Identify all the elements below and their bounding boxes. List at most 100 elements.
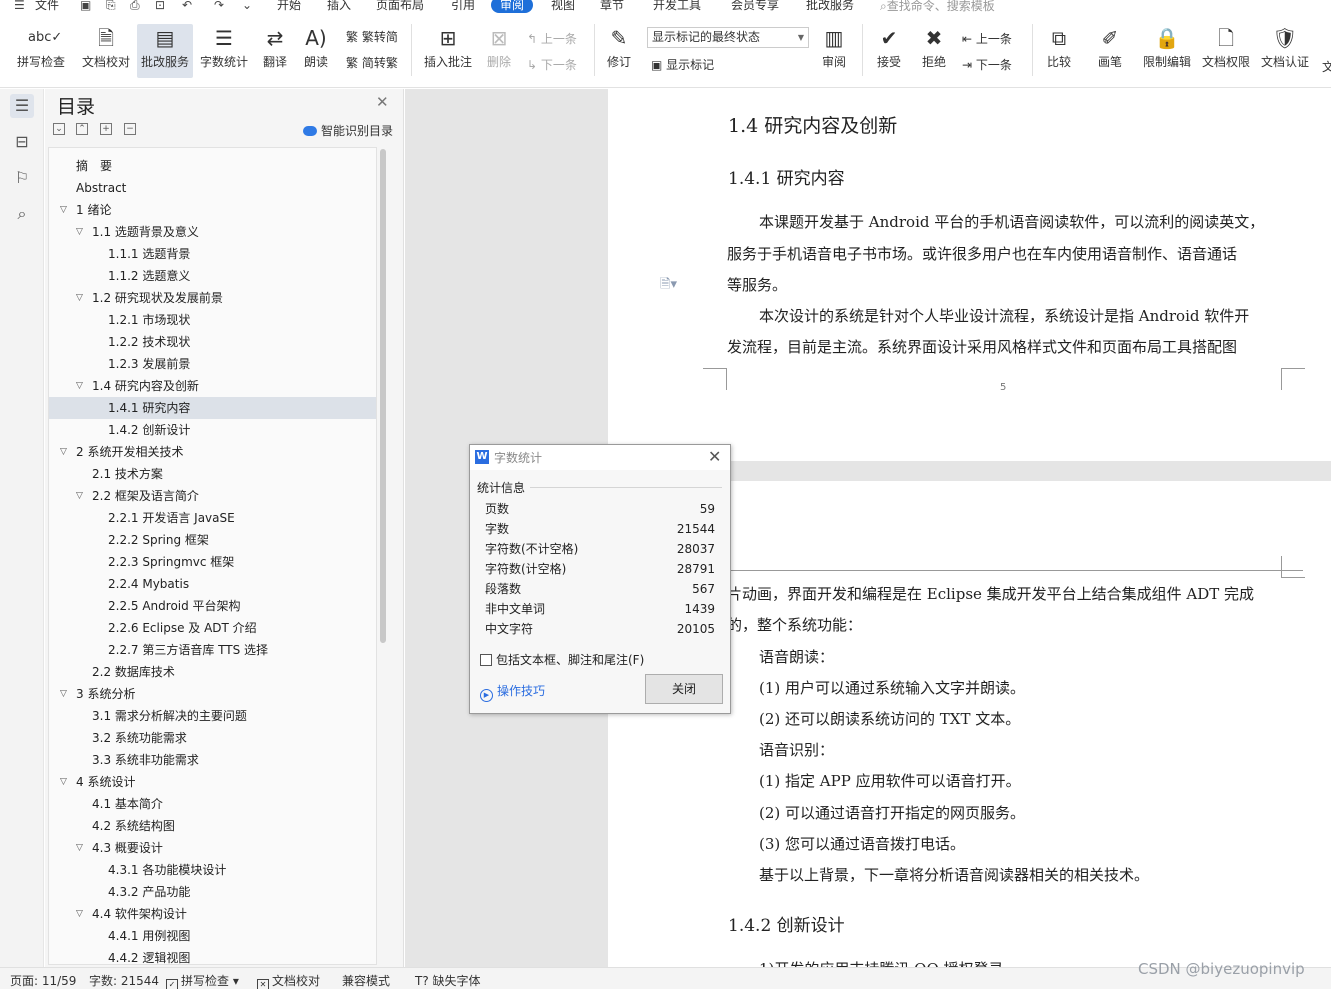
toc-item[interactable]: 3.3 系统非功能需求 [49,749,376,771]
toc-item[interactable]: 1.2.1 市场现状 [49,309,376,331]
toc-item[interactable]: 4.1 基本简介 [49,793,376,815]
toc-item[interactable]: 4.4.1 用例视图 [49,925,376,947]
toc-item[interactable]: ▽ 4 系统设计 [49,771,376,793]
chevron-down-icon[interactable]: ▽ [60,441,67,463]
save-icon[interactable]: ▣ [80,0,91,12]
chevron-down-icon[interactable]: ▽ [60,683,67,705]
toc-item[interactable]: 1.2.3 发展前景 [49,353,376,375]
toc-item[interactable]: ▽ 2.2 框架及语言简介 [49,485,376,507]
toc-item[interactable]: 2.2.6 Eclipse 及 ADT 介绍 [49,617,376,639]
next-change-button[interactable]: ⇥ 下一条 [962,56,1012,74]
restrict-edit-button[interactable]: 🔒 限制编辑 [1140,24,1194,78]
menu-file[interactable]: 文件 [35,0,59,13]
reject-button[interactable]: ✖ 拒绝 [915,24,953,78]
tab-grading[interactable]: 批改服务 [806,0,854,13]
doc-proofread-button[interactable]: 🗎 文档校对 [78,24,134,78]
doc-permission-button[interactable]: 🗋 文档权限 [1199,24,1253,78]
insert-comment-button[interactable]: ⊞ 插入批注 [420,24,476,78]
markup-view-select[interactable]: 显示标记的最终状态 ▼ [647,27,809,48]
toc-item[interactable]: 4.2 系统结构图 [49,815,376,837]
remove-heading-icon[interactable]: − [124,123,136,135]
toc-scrollbar[interactable] [380,149,386,643]
redo-icon[interactable]: ↷ [214,0,224,12]
toc-item[interactable]: 2.2.4 Mybatis [49,573,376,595]
tips-link[interactable]: ▶ 操作技巧 [480,682,545,702]
toc-item[interactable]: ▽ 4.3 概要设计 [49,837,376,859]
tab-review[interactable]: 审阅 [491,0,534,13]
chevron-down-icon[interactable]: ▽ [60,771,67,793]
toc-item[interactable]: 2.2.3 Springmvc 框架 [49,551,376,573]
toc-item[interactable]: 2.2.5 Android 平台架构 [49,595,376,617]
toc-item[interactable]: 1.1.2 选题意义 [49,265,376,287]
comment-marker-icon[interactable]: 🗎▾ [660,275,677,297]
tab-chapter[interactable]: 章节 [600,0,624,13]
preview-icon[interactable]: ⊡ [155,0,165,12]
toc-item[interactable]: 1.1.1 选题背景 [49,243,376,265]
tab-layout[interactable]: 页面布局 [376,0,424,13]
toc-item[interactable]: ▽ 4.4 软件架构设计 [49,903,376,925]
toc-item[interactable]: Abstract [49,177,376,199]
toc-item[interactable]: 1.4.1 研究内容 [49,397,376,419]
prev-change-button[interactable]: ⇤ 上一条 [962,30,1012,48]
expand-up-icon[interactable]: ⌃ [76,123,88,135]
dialog-titlebar[interactable]: W 字数统计 ✕ [470,445,730,470]
chapter-icon[interactable]: ⊟ [10,130,34,154]
accept-button[interactable]: ✔ 接受 [870,24,908,78]
toc-item[interactable]: ▽ 3 系统分析 [49,683,376,705]
compare-button[interactable]: ⧉ 比较 [1040,24,1078,78]
spell-check-status[interactable]: ✓ 拼写检查 ▾ [166,972,239,989]
review-pane-button[interactable]: ▥ 审阅 [815,24,853,78]
trad-to-simp-button[interactable]: 繁 繁转简 [346,28,398,46]
toc-item[interactable]: 2.1 技术方案 [49,463,376,485]
ink-button[interactable]: ✐ 画笔 [1092,24,1128,78]
toc-item[interactable]: 2.2.7 第三方语音库 TTS 选择 [49,639,376,661]
toc-item[interactable]: 3.2 系统功能需求 [49,727,376,749]
toc-item[interactable]: 2.2.2 Spring 框架 [49,529,376,551]
translate-button[interactable]: ⇄ 翻译 [256,24,294,78]
chevron-down-icon[interactable]: ▽ [76,837,83,859]
doc-certify-button[interactable]: 🛡 文档认证 [1258,24,1312,78]
toc-item[interactable]: 摘 要 [49,155,376,177]
more-ribbon-button[interactable]: 文 [1322,58,1331,76]
toc-item[interactable]: 3.1 需求分析解决的主要问题 [49,705,376,727]
toc-item[interactable]: ▽ 1 绪论 [49,199,376,221]
toc-item[interactable]: ▽ 2 系统开发相关技术 [49,441,376,463]
track-changes-button[interactable]: ✎ 修订 [600,24,638,78]
toc-item[interactable]: 4.4.2 逻辑视图 [49,947,376,964]
chevron-down-icon[interactable]: ⌄ [242,0,252,12]
delete-comment-button[interactable]: ⊠ 删除 [480,24,518,78]
close-button[interactable]: 关闭 [645,674,723,704]
next-comment-button[interactable]: ↳ 下一条 [527,56,577,74]
spell-check-button[interactable]: abc✓ 拼写检查 [10,24,72,78]
toc-item[interactable]: 2.2 数据库技术 [49,661,376,683]
checkbox-box[interactable] [480,654,492,666]
chevron-down-icon[interactable]: ▽ [76,485,83,507]
print-icon[interactable]: ⎙ [130,0,140,13]
chevron-down-icon[interactable]: ▽ [76,903,83,925]
search-icon[interactable]: ⌕ [10,202,34,226]
toc-item[interactable]: 4.3.1 各功能模块设计 [49,859,376,881]
show-markup-button[interactable]: ▣ 显示标记 [651,56,714,74]
tab-view[interactable]: 视图 [551,0,575,13]
command-search[interactable]: ⌕查找命令、搜索模板 [880,0,995,14]
page-indicator[interactable]: 页面: 11/59 [10,972,76,989]
toc-icon[interactable]: ☰ [10,94,34,118]
grade-service-button[interactable]: ▤ 批改服务 [137,24,193,78]
toc-item[interactable]: 2.2.1 开发语言 JavaSE [49,507,376,529]
toc-item[interactable]: 1.2.2 技术现状 [49,331,376,353]
tab-start[interactable]: 开始 [277,0,301,13]
add-heading-icon[interactable]: + [100,123,112,135]
bookmark-icon[interactable]: ⚐ [10,166,34,190]
toc-item[interactable]: ▽ 1.2 研究现状及发展前景 [49,287,376,309]
chevron-down-icon[interactable]: ▽ [76,221,83,243]
undo-icon[interactable]: ↶ [182,0,192,12]
prev-comment-button[interactable]: ↰ 上一条 [527,30,577,48]
toc-item[interactable]: 4.3.2 产品功能 [49,881,376,903]
toc-item[interactable]: 1.4.2 创新设计 [49,419,376,441]
proofread-status[interactable]: ✕ 文档校对 [257,972,320,989]
hamburger-icon[interactable]: ☰ [14,0,25,12]
tab-member[interactable]: 会员专享 [731,0,779,13]
toc-item[interactable]: ▽ 1.1 选题背景及意义 [49,221,376,243]
tab-insert[interactable]: 插入 [327,0,351,13]
smart-identify-button[interactable]: 智能识别目录 [303,122,393,139]
